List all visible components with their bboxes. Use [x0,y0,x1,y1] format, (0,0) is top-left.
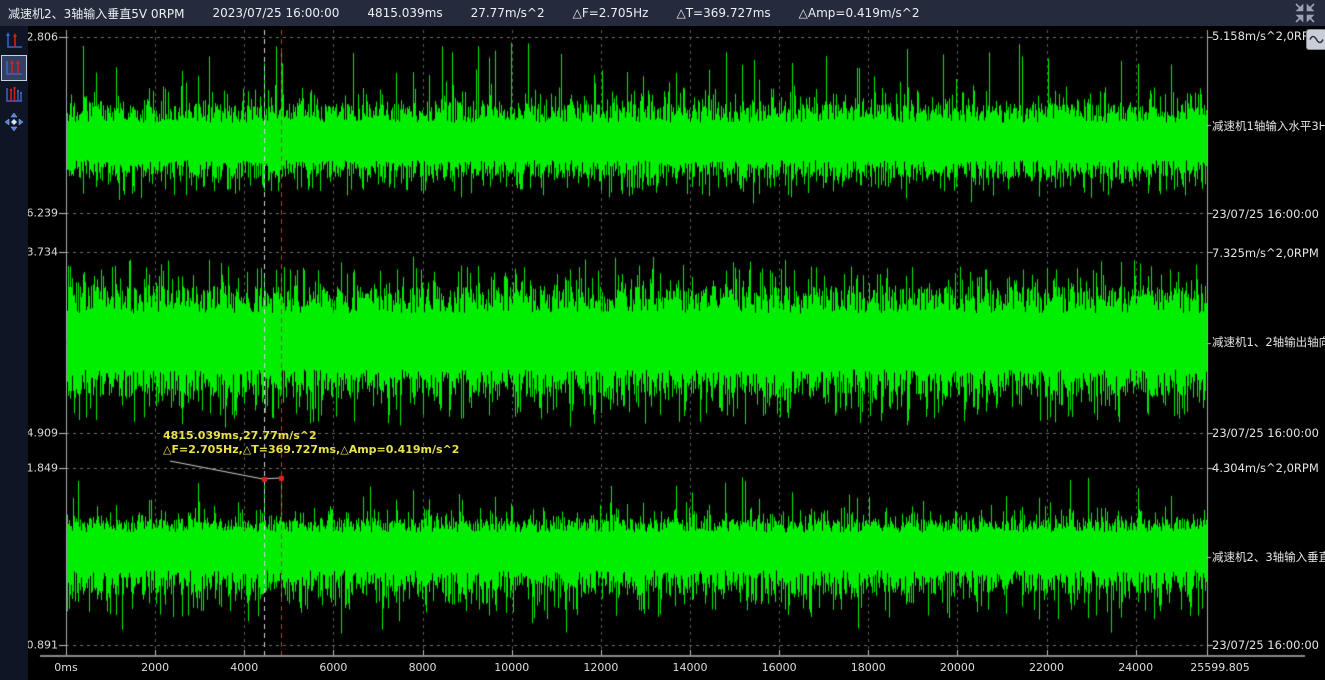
waveform-plot-canvas[interactable] [0,0,1325,680]
x-tick-label: 2000 [141,661,169,674]
pan-tool-button[interactable] [2,110,26,134]
harmonic-cursor-icon [4,85,24,105]
x-tick-label: 24000 [1118,661,1153,674]
ch2-rms-label: 7.325m/s^2,0RPM [1212,246,1319,260]
x-tick-label: 16000 [762,661,797,674]
ch2-name-label: 减速机1、2轴输出轴向4A [1212,334,1325,350]
top-status-bar: 减速机2、3轴输入垂直5V 0RPM 2023/07/25 16:00:00 4… [0,0,1325,26]
ch1-name-label: 减速机1轴输入水平3H [1212,118,1325,134]
x-tick-label: 14000 [672,661,707,674]
single-cursor-icon [4,31,24,51]
delta-amplitude-readout: △Amp=0.419m/s^2 [799,6,920,20]
cursor-annotation-line1: 4815.039ms,27.77m/s^2 [163,429,459,443]
x-axis-labels: 0ms 2000 4000 6000 8000 10000 12000 14000 16000 1… [0,661,1325,677]
ch3-rms-label: 4.304m/s^2,0RPM [1212,461,1319,475]
x-tick-label: 25599.805 [1190,661,1250,674]
waveform-view-button[interactable] [1306,29,1325,50]
x-tick-label: 8000 [409,661,437,674]
x-tick-label: 0ms [54,661,77,674]
pan-move-icon [4,112,24,132]
vibration-analyzer-window: 减速机2、3轴输入垂直5V 0RPM 2023/07/25 16:00:00 4… [0,0,1325,680]
x-tick-label: 4000 [230,661,258,674]
ch3-date-label: 23/07/25 16:00:00 [1212,638,1319,652]
ch1-rms-label: 5.158m/s^2,0RPM [1212,29,1319,43]
ch1-date-label: 23/07/25 16:00:00 [1212,207,1319,221]
single-cursor-tool-button[interactable] [2,29,26,53]
x-tick-label: 6000 [319,661,347,674]
x-tick-label: 10000 [494,661,529,674]
delta-frequency-readout: △F=2.705Hz [573,6,649,20]
collapse-window-icon[interactable] [1293,3,1317,23]
cursor-annotation-line2: △F=2.705Hz,△T=369.727ms,△Amp=0.419m/s^2 [163,443,459,457]
x-tick-label: 12000 [583,661,618,674]
dual-cursor-tool-button[interactable] [2,56,26,80]
cursor-annotation: 4815.039ms,27.77m/s^2 △F=2.705Hz,△T=369.… [163,429,459,457]
sine-wave-icon [1309,33,1324,46]
channel-title: 减速机2、3轴输入垂直5V 0RPM [8,5,185,22]
x-tick-label: 20000 [940,661,975,674]
measurement-datetime: 2023/07/25 16:00:00 [213,6,340,20]
left-toolbar [0,26,28,680]
x-tick-label: 22000 [1029,661,1064,674]
harmonic-cursor-tool-button[interactable] [2,83,26,107]
delta-time-readout: △T=369.727ms [676,6,770,20]
cursor-amplitude-readout: 27.77m/s^2 [471,6,545,20]
x-tick-label: 18000 [851,661,886,674]
ch3-name-label: 减速机2、3轴输入垂直5V [1212,549,1325,565]
cursor-time-readout: 4815.039ms [367,6,442,20]
ch2-date-label: 23/07/25 16:00:00 [1212,426,1319,440]
dual-cursor-icon [4,58,24,78]
